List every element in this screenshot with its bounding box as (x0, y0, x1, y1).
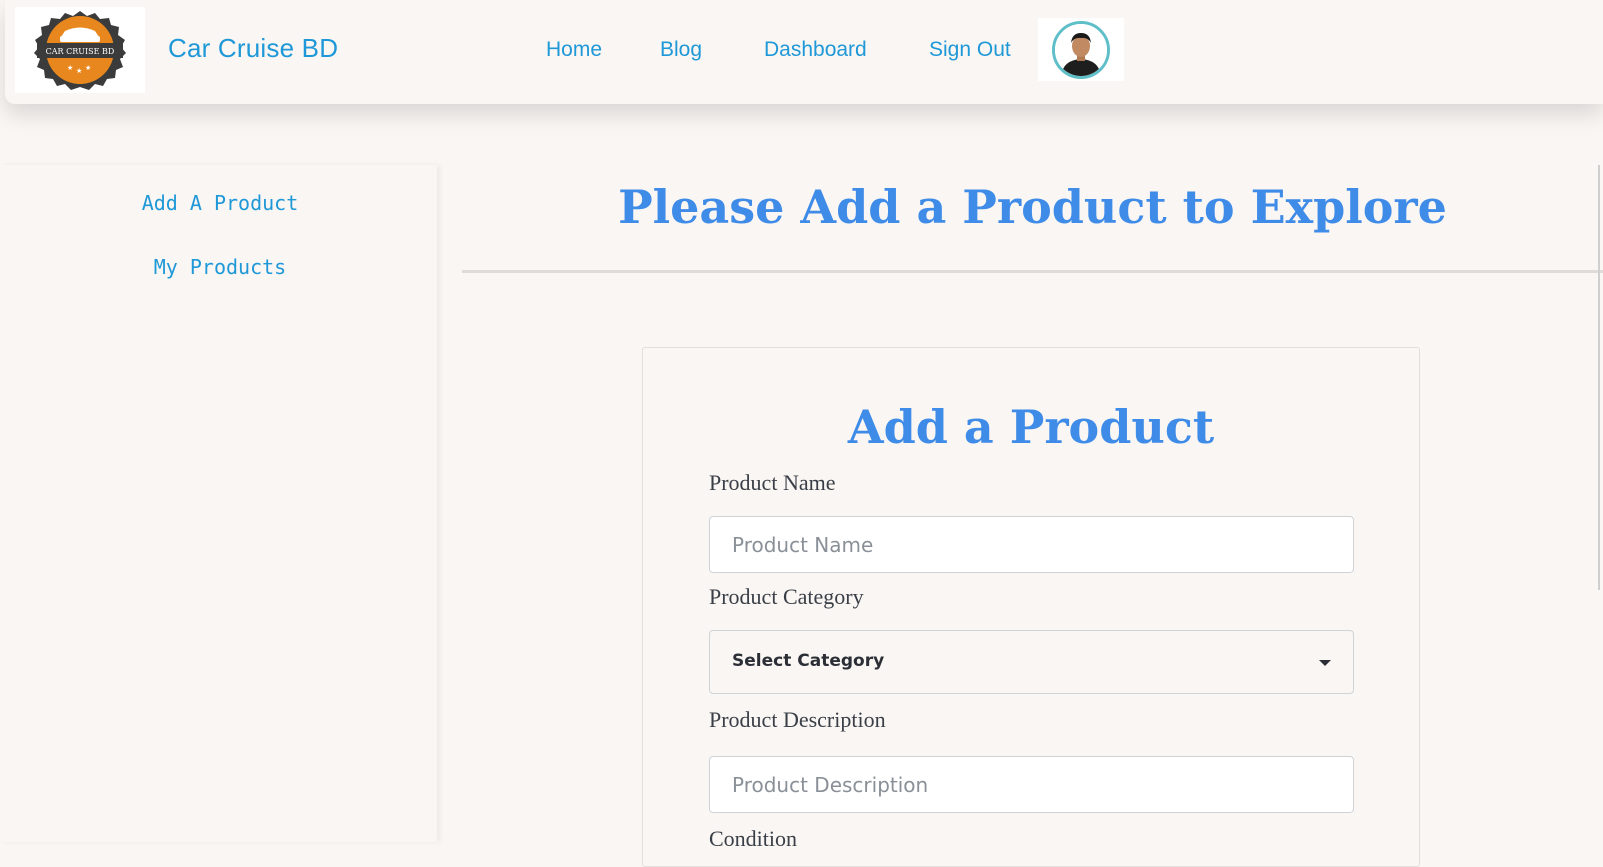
svg-text:★: ★ (76, 67, 82, 75)
nav-link-dashboard[interactable]: Dashboard (764, 38, 867, 62)
logo-badge-icon: CAR CRUISE BD ★ ★ ★ (34, 11, 126, 90)
product-category-label: Product Category (709, 584, 864, 609)
condition-label: Condition (709, 826, 798, 851)
site-logo[interactable]: CAR CRUISE BD ★ ★ ★ (15, 7, 145, 93)
add-product-form: Add a Product Product Name Product Categ… (642, 347, 1420, 867)
chevron-down-icon (1319, 660, 1331, 666)
product-name-input[interactable] (709, 516, 1354, 573)
dashboard-sidebar: Add A Product My Products (0, 165, 437, 842)
avatar-ring (1052, 21, 1110, 79)
sidebar-item-add-product[interactable]: Add A Product (0, 191, 440, 215)
page-title: Please Add a Product to Explore (618, 180, 1447, 234)
nav-link-sign-out[interactable]: Sign Out (929, 38, 1011, 62)
user-avatar[interactable] (1038, 18, 1124, 81)
product-category-select[interactable]: Select Category (709, 630, 1354, 694)
category-selected-value: Select Category (732, 651, 885, 671)
brand-name[interactable]: Car Cruise BD (168, 33, 338, 64)
product-description-label: Product Description (709, 707, 886, 732)
svg-text:CAR CRUISE BD: CAR CRUISE BD (46, 47, 115, 56)
top-navbar: CAR CRUISE BD ★ ★ ★ Car Cruise BD Home B… (5, 0, 1603, 104)
user-photo-icon (1055, 24, 1107, 76)
nav-link-home[interactable]: Home (546, 38, 602, 62)
product-name-label: Product Name (709, 470, 836, 495)
sidebar-item-my-products[interactable]: My Products (0, 255, 440, 279)
product-description-input[interactable] (709, 756, 1354, 813)
scrollbar[interactable] (1598, 165, 1600, 590)
svg-text:★: ★ (67, 64, 73, 72)
form-heading: Add a Product (847, 400, 1215, 454)
nav-link-blog[interactable]: Blog (660, 38, 702, 62)
title-divider (462, 270, 1603, 273)
svg-text:★: ★ (85, 64, 91, 72)
